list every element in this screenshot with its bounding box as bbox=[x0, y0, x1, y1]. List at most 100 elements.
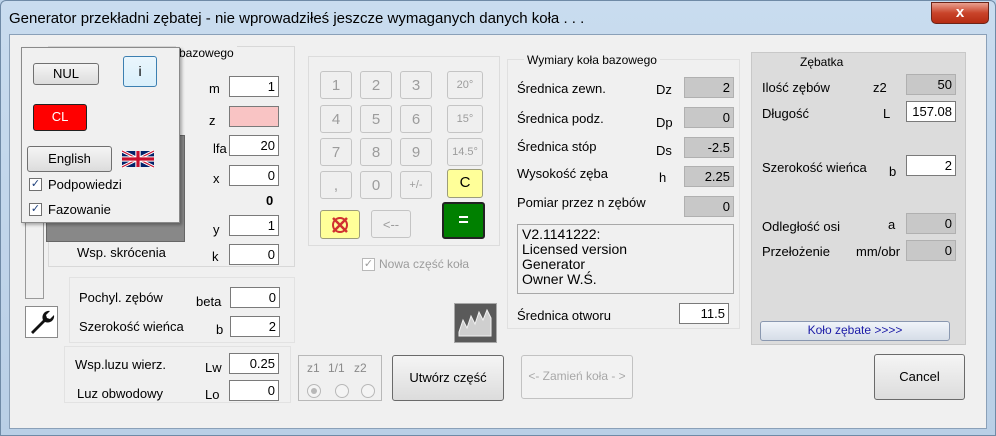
rack-group: Zębatka Ilość zębów z2 50 Długość L 157.… bbox=[751, 52, 966, 345]
ratio-z2-label: z2 bbox=[354, 361, 367, 375]
app-window: Generator przekładni zębatej - nie wprow… bbox=[0, 0, 996, 436]
module-m-input[interactable]: 1 bbox=[229, 76, 279, 97]
lw-input[interactable]: 0.25 bbox=[229, 353, 279, 374]
cl-button[interactable]: CL bbox=[33, 104, 87, 131]
lw-symbol: Lw bbox=[205, 360, 222, 375]
rack-szer-input[interactable]: 2 bbox=[906, 155, 956, 176]
dialog-client: bazowego m 1 z lfa 20 x 0 0 y 1 Wsp. skr… bbox=[9, 34, 987, 429]
kolo-zebate-button[interactable]: Koło zębate >>>> bbox=[760, 321, 950, 341]
dim-dz-symbol: Dz bbox=[656, 82, 672, 97]
helix-szer-label: Szerokość wieńca bbox=[79, 319, 184, 334]
key-clear[interactable]: C bbox=[447, 169, 483, 198]
key-15deg[interactable]: 15° bbox=[447, 105, 483, 133]
zamien-kola-button[interactable]: <- Zamień koła - > bbox=[521, 355, 633, 399]
dim-ds-symbol: Ds bbox=[656, 143, 672, 158]
english-button[interactable]: English bbox=[27, 146, 112, 172]
info-button[interactable]: i bbox=[123, 56, 157, 87]
key-6[interactable]: 6 bbox=[400, 105, 432, 133]
podpowiedzi-label: Podpowiedzi bbox=[48, 177, 122, 192]
lo-input[interactable]: 0 bbox=[229, 380, 279, 401]
key-3[interactable]: 3 bbox=[400, 71, 432, 99]
fazowanie-checkbox[interactable]: ✓ bbox=[29, 203, 42, 216]
m-symbol: m bbox=[209, 81, 220, 96]
key-5[interactable]: 5 bbox=[360, 105, 392, 133]
dim-dz-label: Średnica zewn. bbox=[517, 81, 606, 96]
uk-flag-icon bbox=[122, 150, 154, 168]
left-strip bbox=[25, 221, 44, 299]
shift-x-input[interactable]: 0 bbox=[229, 165, 279, 186]
dim-dp-label: Średnica podz. bbox=[517, 111, 604, 126]
dim-pomiar-value: 0 bbox=[684, 196, 734, 217]
wsp-luzu-label: Wsp.luzu wierz. bbox=[75, 357, 167, 372]
version-line-2: Licensed version bbox=[522, 241, 628, 257]
version-line-1: V2.1141222: bbox=[522, 226, 601, 242]
rack-z2-symbol: z2 bbox=[873, 80, 887, 95]
rack-szer-label: Szerokość wieńca bbox=[762, 160, 867, 175]
rack-b-symbol: b bbox=[889, 164, 897, 179]
backspace-button[interactable]: <-- bbox=[371, 210, 411, 238]
pochyl-label: Pochyl. zębów bbox=[79, 290, 163, 305]
k-input[interactable]: 0 bbox=[229, 244, 279, 265]
rack-icon-button[interactable] bbox=[454, 303, 497, 343]
ratio-1-1-label: 1/1 bbox=[328, 361, 345, 375]
dim-ds-label: Średnica stóp bbox=[517, 139, 597, 154]
beta-symbol: beta bbox=[196, 294, 222, 309]
nowa-czesc-checkbox[interactable]: ✓ bbox=[362, 258, 375, 271]
rack-odl-value: 0 bbox=[906, 213, 956, 234]
y-input[interactable]: 1 bbox=[229, 215, 279, 236]
key-1[interactable]: 1 bbox=[320, 71, 352, 99]
key-20deg[interactable]: 20° bbox=[447, 71, 483, 99]
cancel-x-icon bbox=[332, 216, 348, 233]
equals-button[interactable]: = bbox=[442, 202, 485, 239]
utworz-czesc-button[interactable]: Utwórz część bbox=[392, 355, 504, 401]
rack-l-symbol: L bbox=[883, 106, 891, 121]
alfa-input[interactable]: 20 bbox=[229, 135, 279, 156]
ratio-1-1-radio[interactable] bbox=[335, 384, 349, 398]
keypad-panel: 1 2 3 20° 4 5 6 15° 7 8 9 14.5° , 0 +/- … bbox=[308, 56, 500, 246]
version-line-4: Owner W.Ś. bbox=[522, 271, 597, 287]
version-info-box: V2.1141222: Licensed version Generator O… bbox=[517, 224, 734, 294]
k-symbol: k bbox=[212, 249, 219, 264]
cancel-button[interactable]: Cancel bbox=[874, 354, 965, 400]
podpowiedzi-checkbox[interactable]: ✓ bbox=[29, 178, 42, 191]
rack-przel-label: Przełożenie bbox=[762, 244, 830, 259]
x-symbol: x bbox=[213, 171, 220, 186]
key-8[interactable]: 8 bbox=[360, 138, 392, 166]
dim-h-label: Wysokość zęba bbox=[517, 166, 608, 181]
beta-input[interactable]: 0 bbox=[230, 287, 280, 308]
dimensions-title: Wymiary koła bazowego bbox=[524, 53, 660, 67]
dim-h-value: 2.25 bbox=[684, 166, 734, 187]
rack-mmobr-symbol: mm/obr bbox=[856, 244, 901, 259]
skrocenia-label: Wsp. skrócenia bbox=[77, 245, 166, 260]
otwor-label: Średnica otworu bbox=[517, 308, 611, 323]
otwor-input[interactable]: 11.5 bbox=[679, 303, 729, 324]
key-14-5deg[interactable]: 14.5° bbox=[447, 138, 483, 166]
rack-dlugosc-input[interactable]: 157.08 bbox=[906, 101, 956, 122]
close-button[interactable]: x bbox=[931, 2, 989, 24]
teeth-z-input[interactable] bbox=[229, 106, 279, 127]
rack-a-symbol: a bbox=[888, 217, 896, 232]
dim-ds-value: -2.5 bbox=[684, 137, 734, 158]
key-2[interactable]: 2 bbox=[360, 71, 392, 99]
alfa-label-tail: lfa bbox=[213, 141, 227, 156]
lo-symbol: Lo bbox=[205, 387, 220, 402]
delete-button[interactable] bbox=[320, 210, 360, 239]
key-0[interactable]: 0 bbox=[360, 171, 392, 199]
shift-result-value: 0 bbox=[266, 193, 274, 208]
ratio-z1-label: z1 bbox=[307, 361, 320, 375]
key-plus-minus[interactable]: +/- bbox=[400, 171, 432, 199]
dimensions-group: Wymiary koła bazowego Średnica zewn. Dz … bbox=[507, 53, 740, 329]
key-9[interactable]: 9 bbox=[400, 138, 432, 166]
key-4[interactable]: 4 bbox=[320, 105, 352, 133]
ratio-group: z1 1/1 z2 bbox=[298, 355, 382, 401]
key-7[interactable]: 7 bbox=[320, 138, 352, 166]
ratio-z1-radio[interactable] bbox=[307, 384, 321, 398]
luz-obwodowy-label: Luz obwodowy bbox=[77, 386, 163, 401]
ratio-z2-radio[interactable] bbox=[361, 384, 375, 398]
helix-b-input[interactable]: 2 bbox=[230, 316, 280, 337]
key-comma[interactable]: , bbox=[320, 171, 352, 199]
nul-button[interactable]: NUL bbox=[33, 63, 99, 85]
nowa-czesc-label: Nowa część koła bbox=[379, 257, 470, 271]
dim-h-symbol: h bbox=[659, 170, 667, 185]
settings-button[interactable] bbox=[25, 306, 58, 338]
